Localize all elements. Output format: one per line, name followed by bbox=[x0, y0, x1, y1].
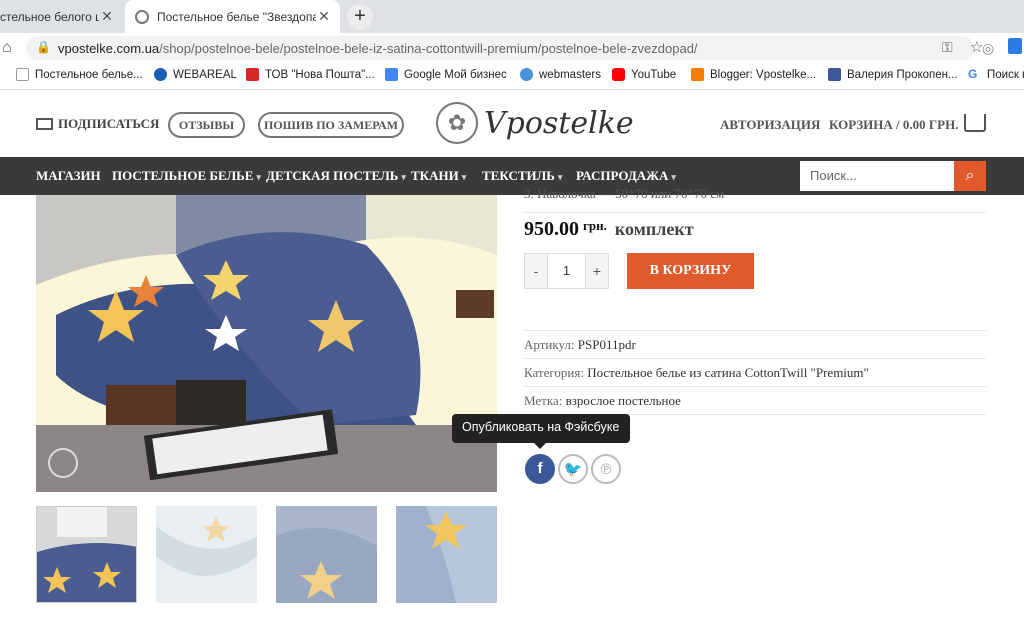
url-text: vpostelke.com.ua/shop/postelnoe-bele/pos… bbox=[58, 41, 698, 56]
zoom-icon[interactable] bbox=[48, 448, 78, 478]
browser-tab-active[interactable]: Постельное белье "Звездопад" ✕ bbox=[125, 0, 340, 33]
address-bar-row: ⌂ 🔒 vpostelke.com.ua/shop/postelnoe-bele… bbox=[0, 33, 1024, 63]
cotton-flower-icon: ✿ bbox=[436, 102, 478, 144]
mail-icon bbox=[36, 118, 53, 130]
quantity-decrease-button[interactable]: - bbox=[524, 253, 548, 289]
cart-link[interactable]: КОРЗИНА / 0.00 ГРН. bbox=[829, 117, 958, 133]
url-input[interactable]: 🔒 vpostelke.com.ua/shop/postelnoe-bele/p… bbox=[26, 36, 983, 60]
sku-row: Артикул: PSP011pdr bbox=[524, 337, 636, 352]
bookmark-item[interactable]: YouTube bbox=[612, 68, 676, 81]
nav-item-kids-bedding[interactable]: ДЕТСКАЯ ПОСТЕЛЬ ▾ bbox=[266, 168, 406, 184]
page-icon bbox=[16, 68, 29, 81]
product-thumbnail[interactable] bbox=[276, 506, 377, 603]
globe-icon bbox=[135, 9, 149, 24]
key-icon[interactable]: ⚿ bbox=[942, 39, 953, 56]
tooltip-arrow bbox=[534, 443, 546, 449]
bookmark-item[interactable]: WEBAREAL bbox=[154, 68, 237, 81]
bookmark-item[interactable]: ТОВ "Нова Пошта"... bbox=[246, 68, 375, 81]
search-input[interactable]: Поиск... bbox=[800, 161, 955, 191]
bookmark-item[interactable]: Google Мой бизнес bbox=[385, 68, 507, 81]
main-nav: МАГАЗИН ПОСТЕЛЬНОЕ БЕЛЬЕ ▾ ДЕТСКАЯ ПОСТЕЛ… bbox=[0, 157, 1024, 195]
product-thumbnail[interactable] bbox=[156, 506, 257, 603]
chevron-down-icon: ▾ bbox=[557, 172, 563, 182]
nav-item-bedding[interactable]: ПОСТЕЛЬНОЕ БЕЛЬЕ ▾ bbox=[112, 168, 261, 184]
nav-item-textile[interactable]: ТЕКСТИЛЬ ▾ bbox=[482, 168, 562, 184]
youtube-icon bbox=[612, 68, 625, 81]
thumbnail-image bbox=[156, 506, 257, 603]
facebook-share-icon[interactable]: f bbox=[525, 454, 555, 484]
category-link[interactable]: Постельное белье из сатина CottonTwill "… bbox=[587, 365, 869, 380]
tag-row: Метка: взрослое постельное bbox=[524, 393, 681, 408]
pinterest-share-icon[interactable]: ℗ bbox=[591, 454, 621, 484]
new-tab-button[interactable]: + bbox=[347, 4, 373, 30]
login-link[interactable]: АВТОРИЗАЦИЯ bbox=[720, 117, 820, 133]
home-icon[interactable]: ⌂ bbox=[2, 39, 12, 57]
add-to-cart-button[interactable]: В КОРЗИНУ bbox=[627, 253, 754, 289]
nav-item-fabrics[interactable]: ТКАНИ ▾ bbox=[411, 168, 466, 184]
divider bbox=[524, 330, 986, 331]
bookmark-item[interactable]: GПоиск в bbox=[968, 68, 1024, 81]
bookmarks-bar: Постельное белье... WEBAREAL ТОВ "Нова П… bbox=[0, 63, 1024, 90]
tab-title: Постельное белье "Звездопад" bbox=[157, 9, 316, 24]
search-icon[interactable]: ⌕ bbox=[954, 161, 986, 191]
blogger-icon bbox=[691, 68, 704, 81]
facebook-icon bbox=[828, 68, 841, 81]
chevron-down-icon: ▾ bbox=[671, 172, 676, 182]
bookmark-item[interactable]: Постельное белье... bbox=[16, 68, 143, 81]
product-description-line: 3. Наволочка — 50*70 или 70*70 см bbox=[524, 186, 725, 201]
twitter-share-icon[interactable]: 🐦 bbox=[558, 454, 588, 484]
divider bbox=[524, 212, 986, 213]
tag-link[interactable]: взрослое постельное bbox=[566, 393, 681, 408]
product-thumbnail[interactable] bbox=[396, 506, 497, 603]
bedding-photo bbox=[36, 195, 497, 492]
site-header: ПОДПИСАТЬСЯ ОТЗЫВЫ ПОШИВ ПО ЗАМЕРАМ ✿ Vp… bbox=[0, 90, 1024, 157]
lock-icon[interactable]: 🔒 bbox=[36, 40, 51, 54]
extension-icon[interactable] bbox=[1008, 38, 1022, 54]
thumbnail-image bbox=[276, 506, 377, 603]
close-icon[interactable]: ✕ bbox=[99, 8, 115, 25]
bookmark-item[interactable]: Blogger: Vpostelke... bbox=[691, 68, 816, 81]
nova-poshta-icon bbox=[246, 68, 259, 81]
chevron-down-icon: ▾ bbox=[401, 172, 406, 182]
divider bbox=[524, 358, 986, 359]
bookmark-item[interactable]: webmasters bbox=[520, 68, 601, 81]
browser-tab-strip: стельное белого цв ✕ Постельное белье "З… bbox=[0, 0, 1024, 33]
product-main-image[interactable] bbox=[36, 195, 497, 492]
basket-icon[interactable] bbox=[964, 114, 986, 132]
google-business-icon bbox=[385, 68, 398, 81]
webmasters-icon bbox=[520, 68, 533, 81]
bookmark-item[interactable]: Валерия Прокопен... bbox=[828, 68, 958, 81]
close-icon[interactable]: ✕ bbox=[316, 8, 332, 25]
custom-sewing-button[interactable]: ПОШИВ ПО ЗАМЕРАМ bbox=[258, 112, 404, 138]
nav-item-sale[interactable]: РАСПРОДАЖА ▾ bbox=[576, 168, 676, 184]
site-logo[interactable]: ✿ Vpostelke bbox=[436, 102, 634, 144]
thumbnail-image bbox=[37, 507, 136, 602]
product-price: 950.00 грн. комплект bbox=[524, 218, 694, 240]
share-tooltip: Опубликовать на Фэйсбуке bbox=[452, 414, 630, 443]
category-row: Категория: Постельное белье из сатина Co… bbox=[524, 365, 869, 380]
product-thumbnail[interactable] bbox=[36, 506, 137, 603]
browser-tab-inactive[interactable]: стельное белого цв ✕ bbox=[0, 0, 123, 33]
reviews-button[interactable]: ОТЗЫВЫ bbox=[168, 112, 245, 138]
globe-extension-icon[interactable]: ◎ bbox=[982, 40, 994, 57]
subscribe-link[interactable]: ПОДПИСАТЬСЯ bbox=[36, 116, 159, 132]
quantity-input[interactable]: 1 bbox=[548, 253, 585, 289]
webareal-icon bbox=[154, 68, 167, 81]
thumbnail-image bbox=[396, 506, 497, 603]
nav-item-shop[interactable]: МАГАЗИН bbox=[36, 168, 101, 184]
tab-title: стельное белого цв bbox=[0, 9, 99, 24]
chevron-down-icon: ▾ bbox=[256, 172, 261, 182]
chevron-down-icon: ▾ bbox=[461, 172, 467, 182]
quantity-stepper: - 1 + bbox=[524, 253, 609, 289]
google-icon: G bbox=[968, 67, 978, 81]
divider bbox=[524, 386, 986, 387]
quantity-increase-button[interactable]: + bbox=[585, 253, 609, 289]
